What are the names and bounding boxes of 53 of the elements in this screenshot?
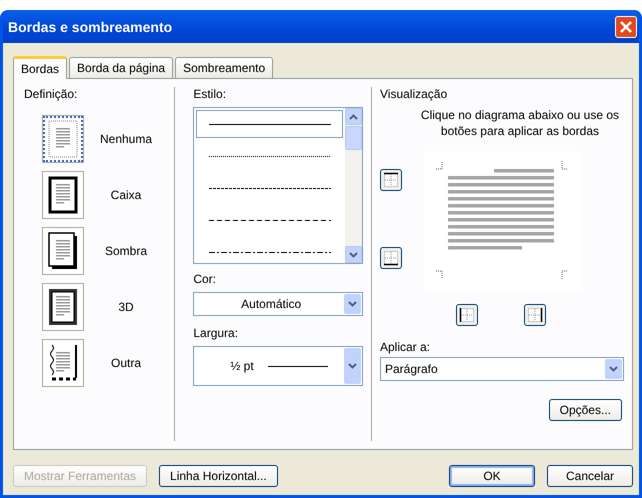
line-sample-icon [208,250,331,254]
width-label: Largura: [193,326,240,340]
wavy-page-icon [48,344,78,382]
setting-label: Outra [110,356,142,370]
line-sample-icon [208,218,331,222]
window-title: Bordas e sombreamento [8,18,172,34]
setting-label: Definição: [24,87,78,101]
line-sample-icon [208,122,331,126]
line-sample-icon [268,364,328,368]
setting-label: Caixa [110,188,142,202]
close-icon [619,20,633,34]
preview-hint: Clique no diagrama abaixo ou use os botões para aplicar as bordas [420,107,620,139]
page-icon [48,176,78,214]
scroll-thumb[interactable] [345,126,362,150]
scrollbar[interactable] [345,108,362,263]
line-sample-icon [208,186,331,190]
style-label: Estilo: [193,87,228,101]
scroll-down-icon[interactable] [345,246,362,263]
tab[interactable]: Sombreamento [175,57,274,78]
dialog-button[interactable]: Cancelar [547,465,633,487]
right-border-button[interactable] [524,304,546,326]
setting-label: Nenhuma [98,132,154,146]
setting-label: 3D [117,300,135,314]
close-button[interactable] [615,16,637,38]
tab[interactable]: Borda da página [69,57,174,78]
setting-button[interactable] [42,283,84,331]
left-border-icon [458,307,475,323]
right-border-icon [526,307,543,323]
apply-to-dropdown[interactable]: Parágrafo [380,357,624,381]
top-border-button[interactable] [380,169,402,191]
page-icon [48,120,78,158]
line-style-option[interactable] [196,110,344,138]
setting-button[interactable] [42,227,84,275]
bottom-border-button[interactable] [380,247,402,269]
page-icon [48,232,78,270]
setting-button[interactable] [42,171,84,219]
color-label: Cor: [193,272,218,286]
setting-label: Sombra [104,244,148,258]
preview-label: Visualização [380,87,448,101]
scroll-up-icon[interactable] [345,108,362,125]
page-icon [48,288,78,326]
left-border-button[interactable] [456,304,478,326]
tab[interactable]: Bordas [13,56,68,79]
color-dropdown[interactable]: Automático [193,292,364,316]
apply-to-label: Aplicar a: [380,340,432,354]
setting-button[interactable] [42,339,84,387]
bottom-border-icon [382,250,399,266]
line-sample-icon [208,154,331,158]
dialog-button[interactable]: OK [449,465,535,487]
top-border-icon [382,172,399,188]
options-button[interactable]: Opções... [548,399,622,421]
width-dropdown[interactable]: ½ pt [193,346,364,386]
dialog-button[interactable]: Linha Horizontal... [159,465,278,487]
